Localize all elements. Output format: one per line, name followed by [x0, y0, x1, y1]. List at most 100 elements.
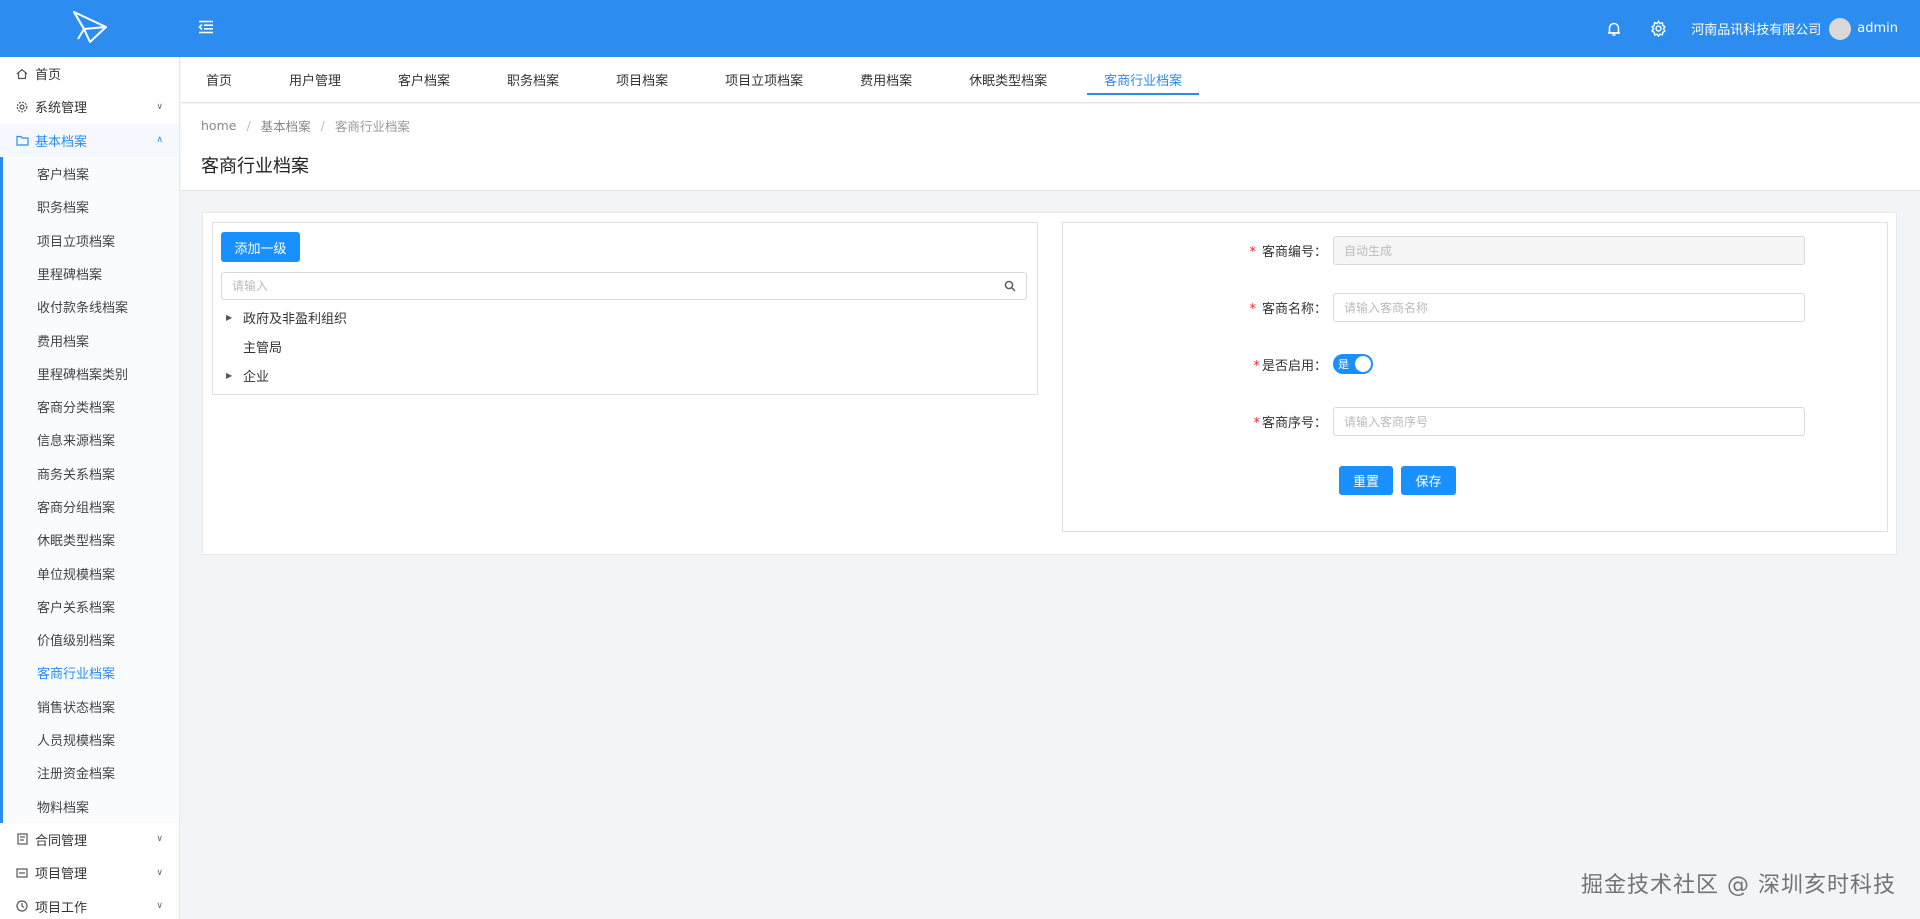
sidebar-subitem[interactable]: 里程碑档案: [3, 257, 179, 290]
tab-project-archive[interactable]: 项目档案: [599, 57, 685, 103]
form-row-seq: * 客商序号：: [1063, 407, 1805, 436]
sidebar-subitem[interactable]: 价值级别档案: [3, 623, 179, 656]
caret-right-icon[interactable]: ▶: [226, 313, 240, 322]
form-row-enabled: * 是否启用： 是: [1063, 354, 1373, 374]
sidebar-subitem[interactable]: 单位规模档案: [3, 556, 179, 589]
required-mark: *: [1253, 358, 1260, 374]
logo-icon: [70, 9, 110, 49]
tab-expense-archive[interactable]: 费用档案: [843, 57, 929, 103]
logo[interactable]: [0, 0, 180, 57]
tab-user-management[interactable]: 用户管理: [272, 57, 358, 103]
sidebar-item-label: 系统管理: [35, 101, 88, 117]
page-header: home / 基本档案 / 客商行业档案 客商行业档案: [181, 104, 1920, 191]
search-icon[interactable]: [1000, 276, 1020, 296]
chevron-up-icon: ∧: [156, 135, 163, 146]
seq-label-text: 客商序号：: [1261, 416, 1327, 431]
tab-customer-archive[interactable]: 客户档案: [381, 57, 467, 103]
contract-icon: [15, 832, 29, 846]
code-label-text: 客商编号：: [1261, 245, 1327, 260]
tab-dormancy-type-archive[interactable]: 休眠类型档案: [952, 57, 1064, 103]
menu-fold-button[interactable]: [194, 17, 218, 41]
reset-button[interactable]: 重置: [1339, 466, 1393, 495]
tree-node-label: 企业: [243, 370, 270, 385]
tree-node[interactable]: ▶ 企业: [221, 361, 1027, 390]
seq-label: * 客商序号：: [1063, 412, 1333, 431]
header-right: 河南品讯科技有限公司 admin: [1603, 17, 1920, 40]
caret-right-icon[interactable]: ▶: [226, 371, 240, 380]
chevron-down-icon: ∨: [156, 834, 163, 845]
sidebar-subitem[interactable]: 费用档案: [3, 323, 179, 356]
watermark: 掘金技术社区 @ 深圳亥时科技: [1581, 873, 1896, 898]
breadcrumb-item-current: 客商行业档案: [334, 119, 410, 134]
sidebar-subitem[interactable]: 客商分组档案: [3, 490, 179, 523]
sidebar-item-label: 首页: [35, 68, 62, 84]
required-mark: *: [1249, 302, 1256, 317]
tab-project-initiation-archive[interactable]: 项目立项档案: [708, 57, 820, 103]
breadcrumb-item[interactable]: home: [201, 118, 236, 133]
enabled-label-text: 是否启用：: [1261, 358, 1327, 374]
sidebar-item-project[interactable]: 项目管理 ∨: [0, 856, 179, 889]
sidebar-subitem[interactable]: 注册资金档案: [3, 756, 179, 789]
sidebar-item-contract[interactable]: 合同管理 ∨: [0, 823, 179, 856]
avatar[interactable]: [1829, 17, 1852, 40]
company-name: 河南品讯科技有限公司: [1691, 23, 1822, 38]
add-top-level-button[interactable]: 添加一级: [221, 232, 300, 262]
tab-bar: 首页 用户管理 客户档案 职务档案 项目档案 项目立项档案 费用档案 休眠类型档…: [181, 57, 1920, 103]
menu-fold-icon: [198, 20, 214, 38]
required-mark: *: [1249, 245, 1256, 260]
breadcrumb: home / 基本档案 / 客商行业档案: [201, 116, 410, 135]
tree-node[interactable]: 主管局: [221, 332, 1027, 361]
breadcrumb-item[interactable]: 基本档案: [261, 116, 311, 135]
gear-icon[interactable]: [1647, 18, 1669, 40]
sidebar-subitem[interactable]: 客商分类档案: [3, 390, 179, 423]
save-button[interactable]: 保存: [1401, 466, 1456, 495]
tree-node-label: 主管局: [243, 341, 283, 356]
chevron-down-icon: ∨: [156, 901, 163, 912]
sidebar-subitem[interactable]: 信息来源档案: [3, 423, 179, 456]
category-tree: ▶ 政府及非盈利组织 主管局 ▶ 企业: [221, 303, 1027, 390]
top-header: 河南品讯科技有限公司 admin: [0, 0, 1920, 57]
sidebar-item-project-work[interactable]: 项目工作 ∨: [0, 889, 179, 919]
tree-search-input[interactable]: [232, 279, 1000, 293]
form-actions: 重置 保存: [1339, 466, 1456, 495]
sidebar-subitem[interactable]: 里程碑档案类别: [3, 357, 179, 390]
sidebar-subitem[interactable]: 物料档案: [3, 790, 179, 823]
sidebar-subitem[interactable]: 客户关系档案: [3, 590, 179, 623]
tab-merchant-industry-archive[interactable]: 客商行业档案: [1087, 57, 1200, 103]
sidebar-subitem[interactable]: 收付款条线档案: [3, 290, 179, 323]
sidebar-item-home[interactable]: 首页: [0, 57, 179, 90]
sidebar-item-basic-archive[interactable]: 基本档案 ∧: [0, 123, 179, 157]
tab-home[interactable]: 首页: [189, 57, 249, 103]
toggle-text: 是: [1338, 358, 1349, 371]
chevron-down-icon: ∨: [156, 101, 163, 112]
folder-icon: [15, 133, 29, 147]
tab-position-archive[interactable]: 职务档案: [490, 57, 576, 103]
enabled-toggle[interactable]: 是: [1333, 354, 1373, 374]
breadcrumb-separator: /: [246, 118, 251, 133]
tree-node[interactable]: ▶ 政府及非盈利组织: [221, 303, 1027, 332]
sidebar-subitem[interactable]: 商务关系档案: [3, 457, 179, 490]
name-label: * 客商名称：: [1063, 298, 1333, 317]
sidebar-item-label: 项目管理: [35, 867, 88, 883]
sidebar-subitem[interactable]: 职务档案: [3, 190, 179, 223]
sidebar-subitem[interactable]: 项目立项档案: [3, 223, 179, 256]
username[interactable]: admin: [1857, 21, 1898, 36]
sidebar-item-system[interactable]: 系统管理 ∨: [0, 90, 179, 123]
sidebar-subitem[interactable]: 客户档案: [3, 157, 179, 190]
project-icon: [15, 866, 29, 880]
code-field[interactable]: [1333, 236, 1805, 265]
merchant-seq-field[interactable]: [1333, 407, 1805, 436]
bell-icon[interactable]: [1603, 18, 1625, 40]
name-label-text: 客商名称：: [1261, 302, 1327, 317]
sidebar-subitem[interactable]: 人员规模档案: [3, 723, 179, 756]
page-title: 客商行业档案: [201, 156, 309, 177]
sidebar-subitem-active[interactable]: 客商行业档案: [3, 656, 179, 689]
main-content: 添加一级 ▶ 政府及非盈利组织 主管局 ▶ 企业 * 客商编号：: [202, 212, 1897, 555]
form-panel: *客商编号： *客商名称： *是否启用： 是 *客商序号： 重置 保存: [1062, 222, 1888, 532]
sidebar-subitem[interactable]: 销售状态档案: [3, 690, 179, 723]
tree-panel: 添加一级 ▶ 政府及非盈利组织 主管局 ▶ 企业: [212, 222, 1038, 395]
merchant-name-field[interactable]: [1333, 293, 1805, 322]
sidebar-item-label: 基本档案: [35, 134, 88, 150]
clock-icon: [15, 899, 29, 913]
sidebar-subitem[interactable]: 休眠类型档案: [3, 523, 179, 556]
